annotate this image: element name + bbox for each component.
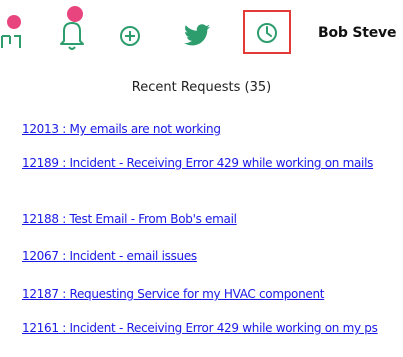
request-link[interactable]: 12013 : My emails are not working — [22, 121, 382, 137]
recent-requests-title: Recent Requests (35) — [131, 80, 272, 95]
twitter-icon[interactable] — [184, 24, 210, 46]
add-circle-icon[interactable] — [118, 24, 142, 48]
request-link[interactable]: 12067 : Incident - email issues — [22, 248, 382, 264]
request-link[interactable]: 12187 : Requesting Service for my HVAC c… — [22, 286, 382, 302]
request-link[interactable]: 12161 : Incident - Receiving Error 429 w… — [22, 320, 382, 336]
request-link[interactable]: 12189 : Incident - Receiving Error 429 w… — [22, 155, 382, 171]
history-button[interactable] — [243, 10, 291, 54]
user-name[interactable]: Bob Steve — [318, 25, 403, 41]
bell-icon[interactable] — [55, 4, 89, 52]
top-toolbar: Bob Steve — [0, 0, 403, 62]
notification-icon[interactable] — [0, 14, 26, 48]
request-link[interactable]: 12188 : Test Email - From Bob's email — [22, 211, 382, 227]
history-clock-icon — [255, 21, 279, 45]
